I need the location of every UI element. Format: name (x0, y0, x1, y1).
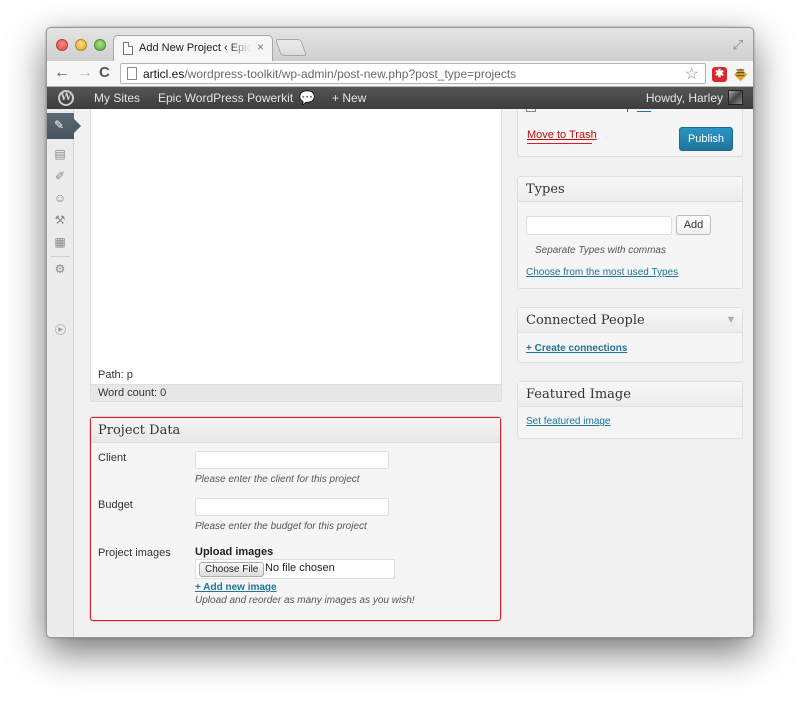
toggle-arrow-icon[interactable]: ▼ (728, 315, 734, 324)
publish-metabox: Move to Trash Publish (517, 109, 743, 157)
address-bar[interactable]: articl.es/wordpress-toolkit/wp-admin/pos… (120, 63, 706, 84)
client-label: Client (98, 452, 127, 464)
browser-menu-icon[interactable]: ≡ (736, 65, 745, 83)
add-new-image-link[interactable]: + Add new image (195, 582, 277, 593)
pin-icon: ✎ (54, 118, 65, 132)
tools-menu-icon[interactable]: ⚒ (53, 213, 67, 227)
types-metabox: Types Add Separate Types with commas Cho… (517, 176, 743, 289)
featured-image-metabox: Featured Image Set featured image (517, 381, 743, 439)
back-button[interactable]: ← (54, 63, 70, 83)
browser-toolbar: ← → C articl.es/wordpress-toolkit/wp-adm… (47, 61, 753, 87)
links-menu-icon[interactable]: ✐ (53, 169, 67, 183)
file-status: No file chosen (265, 562, 335, 574)
project-data-title: Project Data (91, 418, 500, 443)
wp-admin-bar: W My Sites Epic WordPress Powerkit 💬 + N… (47, 87, 753, 109)
tab-title: Add New Project ‹ Epic WordPress Powerki… (139, 42, 251, 54)
project-data-metabox: Project Data Client Please enter the cli… (90, 417, 501, 621)
media-menu-icon[interactable]: ▤ (53, 147, 67, 161)
users-menu-icon[interactable]: ☺ (53, 191, 67, 205)
upload-description: Upload and reorder as many images as you… (195, 595, 415, 606)
upload-images-heading: Upload images (195, 546, 274, 558)
site-name-link[interactable]: Epic WordPress Powerkit (158, 91, 293, 105)
file-input[interactable]: Choose File No file chosen (195, 559, 395, 579)
tab-strip: Add New Project ‹ Epic WordPress Powerki… (47, 28, 753, 61)
gear-icon[interactable]: ⚙ (53, 262, 67, 276)
create-connections-link[interactable]: + Create connections (526, 343, 627, 354)
admin-menu: ✎ ▤ ✐ ☺ ⚒ ▦ ⚙ ▶ (47, 109, 81, 637)
forward-button[interactable]: → (77, 63, 93, 83)
url-domain: articl.es (143, 67, 185, 81)
connected-people-title[interactable]: Connected People ▼ (518, 308, 742, 333)
bookmark-star-icon[interactable]: ☆ (685, 64, 699, 84)
new-tab-button[interactable] (274, 39, 308, 56)
budget-label: Budget (98, 499, 133, 511)
collapse-menu-icon[interactable]: ▶ (55, 324, 66, 335)
menu-item-pin-current[interactable]: ✎ (47, 113, 81, 139)
close-window-button[interactable] (56, 39, 68, 51)
set-featured-image-link[interactable]: Set featured image (526, 416, 611, 427)
types-hint: Separate Types with commas (535, 245, 666, 256)
editor-path: Path: p (90, 367, 502, 384)
avatar[interactable] (728, 90, 743, 105)
content-editor[interactable] (90, 109, 502, 402)
connected-people-metabox: Connected People ▼ + Create connections (517, 307, 743, 363)
budget-input[interactable] (195, 498, 389, 516)
menu-separator (51, 256, 70, 257)
url-path: /wordpress-toolkit/wp-admin/post-new.php… (184, 67, 517, 81)
connected-people-title-text: Connected People (526, 313, 645, 328)
types-title[interactable]: Types (518, 177, 742, 202)
word-count: Word count: 0 (90, 384, 502, 402)
browser-tab[interactable]: Add New Project ‹ Epic WordPress Powerki… (113, 35, 273, 61)
featured-image-title[interactable]: Featured Image (518, 382, 742, 407)
reload-button[interactable]: C (99, 63, 110, 83)
fullscreen-icon[interactable]: ⤢ (733, 37, 743, 53)
extension-icon[interactable]: ✱ (712, 67, 727, 82)
settings-menu-icon[interactable]: ▦ (53, 235, 67, 249)
budget-description: Please enter the budget for this project (195, 521, 367, 532)
trash-highlight (527, 143, 592, 144)
clipped-edit-link[interactable] (637, 109, 651, 112)
minimize-window-button[interactable] (75, 39, 87, 51)
zoom-window-button[interactable] (94, 39, 106, 51)
page-icon (127, 67, 137, 80)
my-sites-link[interactable]: My Sites (94, 91, 140, 105)
move-to-trash-link[interactable]: Move to Trash (527, 129, 597, 141)
page-icon (123, 42, 133, 55)
add-type-button[interactable]: Add (676, 215, 711, 235)
calendar-icon (526, 109, 536, 112)
client-input[interactable] (195, 451, 389, 469)
url-text[interactable]: articl.es/wordpress-toolkit/wp-admin/pos… (143, 67, 516, 81)
types-input[interactable] (526, 216, 672, 235)
publish-button[interactable]: Publish (679, 127, 733, 151)
new-content-link[interactable]: + New (332, 91, 366, 105)
browser-window: Add New Project ‹ Epic WordPress Powerki… (46, 27, 754, 638)
choose-most-used-types-link[interactable]: Choose from the most used Types (526, 267, 678, 278)
choose-file-button[interactable]: Choose File (199, 562, 265, 577)
project-images-label: Project images (98, 547, 171, 559)
comments-icon[interactable]: 💬 (299, 90, 315, 106)
wordpress-logo-icon[interactable]: W (58, 90, 74, 106)
clipped-divider (627, 109, 633, 112)
client-description: Please enter the client for this project (195, 474, 360, 485)
tab-close-icon[interactable]: × (257, 40, 264, 54)
howdy-user-link[interactable]: Howdy, Harley (646, 91, 723, 105)
